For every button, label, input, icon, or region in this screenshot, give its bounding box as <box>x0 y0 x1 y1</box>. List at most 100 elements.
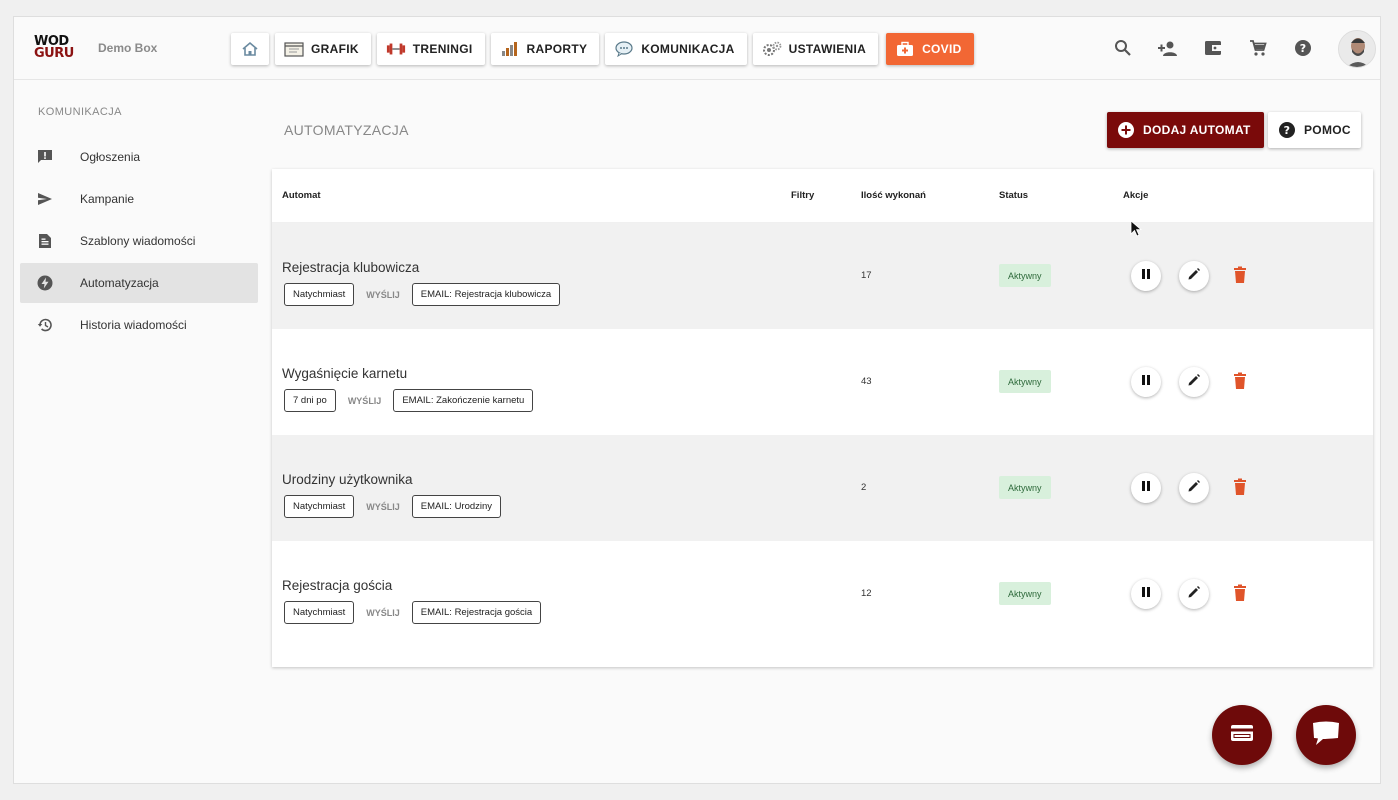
bar-chart-icon <box>500 41 520 57</box>
page-title: AUTOMATYZACJA <box>284 122 409 138</box>
pencil-icon <box>1187 267 1201 286</box>
sidebar-item-label: Ogłoszenia <box>80 150 141 164</box>
add-circle-icon <box>1117 121 1135 139</box>
chat-button[interactable] <box>1296 705 1356 765</box>
send-label: WYŚLIJ <box>366 289 400 300</box>
sidebar-item-label: Historia wiadomości <box>80 318 187 332</box>
status-badge: Aktywny <box>999 370 1051 393</box>
mouse-cursor <box>1130 220 1144 238</box>
delete-button[interactable] <box>1230 584 1250 607</box>
add-person-icon[interactable] <box>1157 37 1179 59</box>
edit-button[interactable] <box>1179 261 1209 291</box>
execution-count: 17 <box>861 270 872 281</box>
trash-icon <box>1233 478 1247 501</box>
sidebar-item-ogloszenia[interactable]: Ogłoszenia <box>20 137 258 177</box>
top-bar: WOD GURU Demo Box GRAFIK TRENINGI RAPORT… <box>14 17 1380 80</box>
home-icon <box>240 41 260 57</box>
pencil-icon <box>1187 479 1201 498</box>
status-badge: Aktywny <box>999 476 1051 499</box>
pause-button[interactable] <box>1131 579 1161 609</box>
nav-raporty-button[interactable]: RAPORTY <box>490 33 600 65</box>
sidebar: Ogłoszenia Kampanie Szablony wiadomości … <box>20 137 258 347</box>
history-icon <box>37 317 53 333</box>
automation-chain: Natychmiast WYŚLIJ EMAIL: Rejestracja gośc… <box>284 601 542 624</box>
pause-button[interactable] <box>1131 367 1161 397</box>
column-header-automat: Automat <box>282 190 321 201</box>
main-nav: GRAFIK TRENINGI RAPORTY KOMUNIKACJA USTA… <box>231 33 974 65</box>
chat-bubble-icon <box>614 41 634 57</box>
help-button[interactable]: ? POMOC <box>1268 112 1361 148</box>
sidebar-item-label: Automatyzacja <box>80 276 159 290</box>
sidebar-item-szablony[interactable]: Szablony wiadomości <box>20 221 258 261</box>
edit-button[interactable] <box>1179 473 1209 503</box>
help-icon[interactable]: ? <box>1292 37 1314 59</box>
send-label: WYŚLIJ <box>347 395 382 406</box>
add-automation-button[interactable]: DODAJ AUTOMAT <box>1107 112 1264 148</box>
pause-icon <box>1140 585 1152 603</box>
automations-table: Automat Filtry Ilość wykonań Status Akcj… <box>272 169 1373 667</box>
send-label: WYŚLIJ <box>366 501 400 512</box>
table-row: Urodziny użytkownika Natychmiast WYŚLIJ EMA… <box>272 435 1373 541</box>
delete-button[interactable] <box>1230 266 1250 289</box>
nav-home-button[interactable] <box>231 33 269 65</box>
action-chip: EMAIL: Rejestracja gościa <box>411 601 542 624</box>
pencil-icon <box>1187 585 1201 604</box>
trash-icon <box>1233 584 1247 607</box>
payment-card-button[interactable] <box>1212 705 1272 765</box>
table-row: Wygaśnięcie karnetu 7 dni po WYŚLIJ EMAIL: … <box>272 329 1373 435</box>
sidebar-item-label: Szablony wiadomości <box>80 234 196 248</box>
table-row: Rejestracja klubowicza Natychmiast WYŚLIJ E… <box>272 223 1373 329</box>
logo[interactable]: WOD GURU <box>34 35 80 62</box>
help-icon: ? <box>1278 121 1296 139</box>
chat-icon <box>1311 720 1341 751</box>
sidebar-title: KOMUNIKACJA <box>38 106 122 118</box>
svg-text:?: ? <box>1284 124 1291 137</box>
sidebar-item-automatyzacja[interactable]: Automatyzacja <box>20 263 258 303</box>
bolt-icon <box>37 275 53 291</box>
nav-ustawienia-button[interactable]: USTAWIENIA <box>752 33 879 65</box>
pause-icon <box>1140 479 1152 497</box>
table-row: Rejestracja gościa Natychmiast WYŚLIJ EMAIL… <box>272 541 1373 647</box>
delete-button[interactable] <box>1230 372 1250 393</box>
automation-chain: 7 dni po WYŚLIJ EMAIL: Zakończenie karnetu <box>284 389 534 412</box>
sidebar-item-historia[interactable]: Historia wiadomości <box>20 305 258 345</box>
pause-button[interactable] <box>1131 261 1161 291</box>
document-icon <box>37 233 53 249</box>
calendar-icon <box>284 41 304 57</box>
avatar[interactable] <box>1338 30 1376 68</box>
nav-treningi-button[interactable]: TRENINGI <box>376 33 485 65</box>
column-header-filtry: Filtry <box>791 190 815 201</box>
sidebar-item-label: Kampanie <box>80 192 135 206</box>
credit-card-icon <box>1230 723 1254 748</box>
column-header-akcje: Akcje <box>1123 190 1149 201</box>
automation-chain: Natychmiast WYŚLIJ EMAIL: Rejestracja klub… <box>284 283 561 306</box>
automation-name: Wygaśnięcie karnetu <box>282 366 408 381</box>
header-actions: ? <box>1112 37 1314 59</box>
automation-name: Urodziny użytkownika <box>282 472 413 487</box>
timing-chip: Natychmiast <box>284 283 355 306</box>
timing-chip: Natychmiast <box>284 601 355 624</box>
action-chip: EMAIL: Zakończenie karnetu <box>393 389 534 412</box>
wallet-icon[interactable] <box>1202 37 1224 59</box>
cart-icon[interactable] <box>1247 37 1269 59</box>
pause-icon <box>1140 267 1152 285</box>
search-icon[interactable] <box>1112 37 1134 59</box>
edit-button[interactable] <box>1179 579 1209 609</box>
delete-button[interactable] <box>1230 478 1250 501</box>
action-chip: EMAIL: Urodziny <box>411 495 502 518</box>
nav-komunikacja-button[interactable]: KOMUNIKACJA <box>605 33 747 65</box>
execution-count: 43 <box>861 376 872 387</box>
automation-name: Rejestracja gościa <box>282 578 393 593</box>
nav-covid-button[interactable]: COVID <box>886 33 974 65</box>
pencil-icon <box>1187 373 1201 392</box>
edit-button[interactable] <box>1179 367 1209 397</box>
pause-button[interactable] <box>1131 473 1161 503</box>
column-header-ilosc: Ilość wykonań <box>861 190 926 201</box>
trash-icon <box>1233 266 1247 289</box>
status-badge: Aktywny <box>999 582 1051 605</box>
sidebar-item-kampanie[interactable]: Kampanie <box>20 179 258 219</box>
nav-grafik-button[interactable]: GRAFIK <box>275 33 371 65</box>
app-window: WOD GURU Demo Box GRAFIK TRENINGI RAPORT… <box>13 16 1381 784</box>
automation-chain: Natychmiast WYŚLIJ EMAIL: Urodziny <box>284 495 502 518</box>
send-label: WYŚLIJ <box>366 607 400 618</box>
